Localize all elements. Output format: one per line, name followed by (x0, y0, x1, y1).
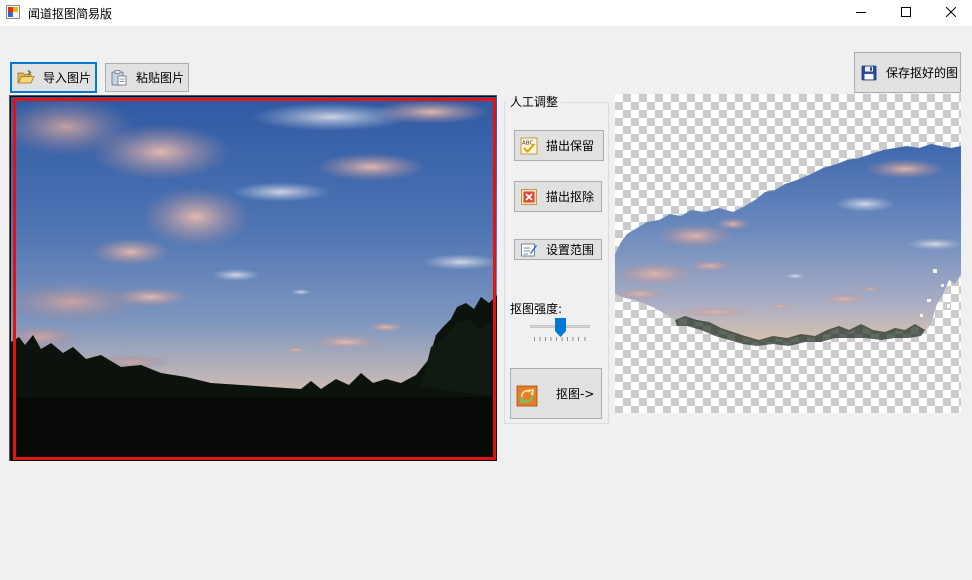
paste-image-button[interactable]: 粘贴图片 (105, 63, 189, 92)
close-icon (946, 7, 956, 17)
mark-remove-label: 描出抠除 (546, 190, 595, 204)
minimize-icon (856, 12, 866, 13)
slider-thumb[interactable] (554, 318, 566, 337)
open-folder-icon (17, 69, 35, 87)
minimize-button[interactable] (838, 0, 884, 24)
import-image-button[interactable]: 导入图片 (10, 62, 97, 93)
edit-form-icon (520, 241, 538, 259)
floppy-disk-icon (860, 64, 878, 82)
paste-image-label: 粘贴图片 (136, 71, 185, 85)
window-title: 闻道抠图简易版 (28, 7, 113, 21)
mark-remove-button[interactable]: 描出抠除 (514, 181, 602, 212)
mark-keep-label: 描出保留 (546, 139, 595, 153)
source-image-frame[interactable] (9, 95, 497, 461)
cutout-image (615, 144, 961, 346)
set-range-button[interactable]: 设置范围 (514, 239, 602, 260)
cut-strength-slider[interactable] (528, 316, 592, 342)
paste-icon (110, 69, 128, 87)
maximize-button[interactable] (883, 0, 929, 24)
spellcheck-icon: ABC (520, 137, 538, 155)
save-result-label: 保存抠好的图 (886, 66, 959, 80)
convert-icon (516, 385, 538, 406)
save-result-button[interactable]: 保存抠好的图 (854, 52, 961, 93)
maximize-icon (901, 7, 911, 17)
mark-keep-button[interactable]: ABC 描出保留 (514, 130, 604, 161)
app-icon (6, 5, 20, 19)
close-button[interactable] (928, 0, 972, 24)
result-preview[interactable] (615, 94, 961, 413)
set-range-label: 设置范围 (546, 243, 595, 257)
title-bar: 闻道抠图简易版 (0, 0, 972, 26)
cut-out-button[interactable]: 抠图-> (510, 368, 602, 419)
slider-ticks (534, 337, 586, 341)
delete-x-icon (520, 188, 538, 206)
cut-strength-label: 抠图强度: (510, 302, 563, 316)
manual-adjust-title: 人工调整 (507, 93, 562, 110)
import-image-label: 导入图片 (43, 71, 92, 85)
cut-out-label: 抠图-> (556, 387, 595, 401)
source-image[interactable] (11, 97, 497, 461)
